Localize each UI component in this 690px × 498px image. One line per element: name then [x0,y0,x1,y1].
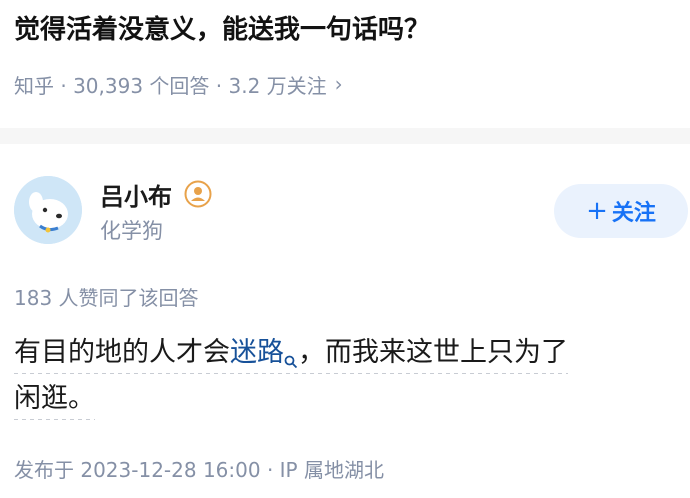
search-link-label[interactable]: 迷路 [230,337,284,368]
answer-line-1: 有目的地的人才会迷路 ，而我来这世上只为了 [14,330,684,376]
search-icon [284,338,298,369]
author-name[interactable]: 吕小布 [100,177,172,212]
user-badge-icon [184,180,212,208]
answer-text-segment: 闲逛。 [14,383,95,420]
answer-line-2: 闲逛。 [14,376,684,422]
follow-button[interactable]: + 关注 [554,184,688,238]
question-title[interactable]: 觉得活着没意义，能送我一句话吗？ [14,10,674,50]
section-divider [0,128,690,144]
answer-content[interactable]: 有目的地的人才会迷路 ，而我来这世上只为了 闲逛。 [14,330,684,422]
question-meta[interactable]: 知乎 · 30,393 个回答 · 3.2 万关注 › [14,66,343,102]
search-link[interactable]: 迷路 [230,337,298,369]
avatar[interactable] [14,176,82,244]
answer-text-before: 有目的地的人才会 [14,337,230,368]
chevron-right-icon: › [334,72,343,96]
follow-label: 关注 [611,201,656,226]
vote-count: 183 人赞同了该回答 [14,285,199,310]
dog-avatar-icon [14,176,82,244]
answer-text-segment: 有目的地的人才会迷路 ，而我来这世上只为了 [14,337,568,374]
publish-time: 发布于 2023-12-28 16:00 · IP 属地湖北 [14,457,384,482]
author-bio: 化学狗 [100,219,163,243]
author-name-row[interactable]: 吕小布 [100,176,212,212]
question-meta-text: 知乎 · 30,393 个回答 · 3.2 万关注 [14,73,327,98]
answer-text-after: ，而我来这世上只为了 [298,337,568,368]
plus-icon: + [586,196,608,226]
